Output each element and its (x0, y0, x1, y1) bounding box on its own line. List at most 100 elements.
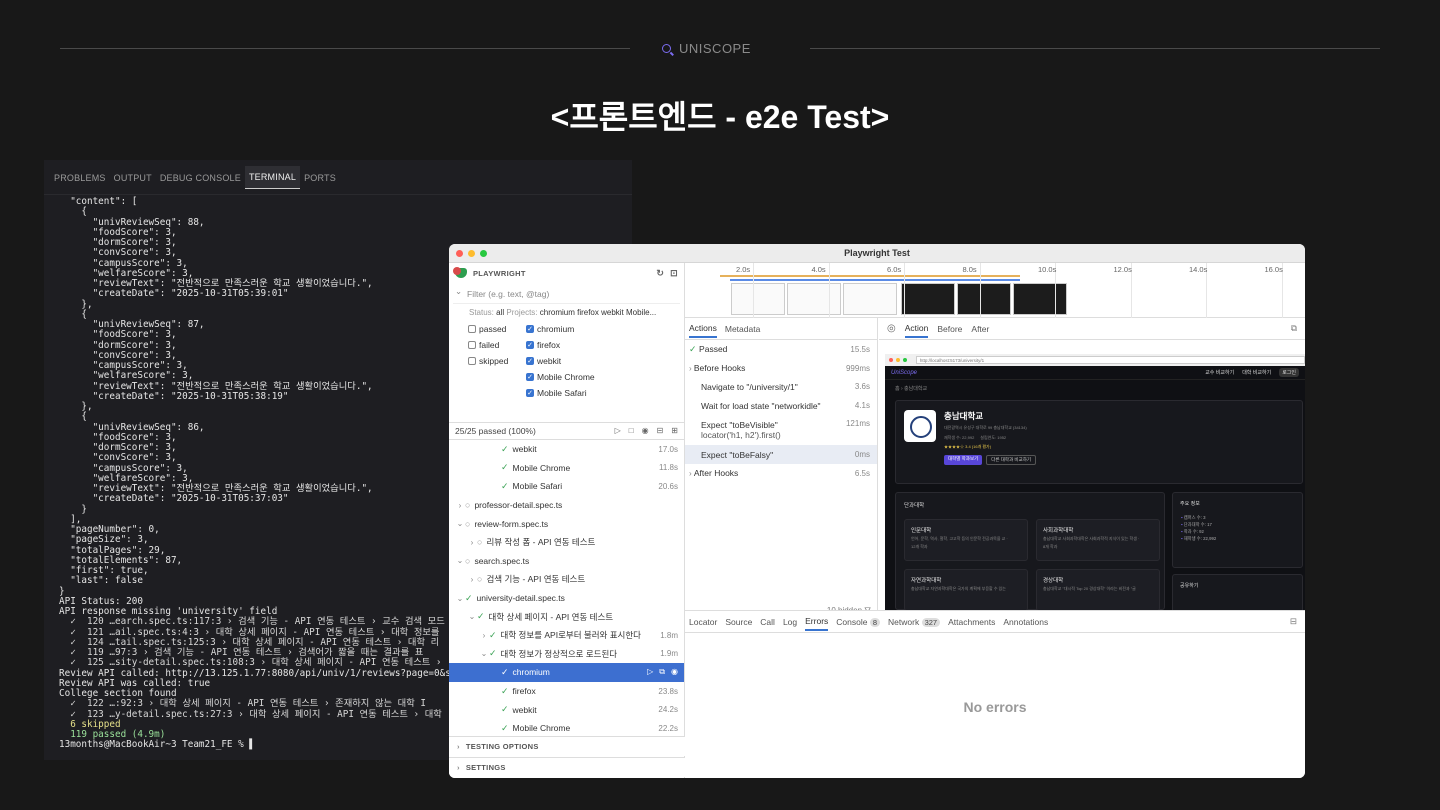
tab-problems[interactable]: PROBLEMS (50, 167, 110, 189)
chevron-icon[interactable]: › (455, 501, 465, 510)
action-row[interactable]: Expect "toBeVisible" locator('h1, h2').fi… (685, 415, 877, 445)
checkbox[interactable] (468, 341, 476, 349)
filmstrip-thumb[interactable] (787, 283, 841, 315)
checkbox[interactable]: ✓ (526, 373, 534, 381)
tab-call[interactable]: Call (760, 617, 775, 627)
status-value[interactable]: all (496, 308, 504, 317)
test-tree-row[interactable]: ✓ Mobile Chrome 22.2s (449, 719, 684, 738)
action-row[interactable]: Expect "toBeFalsy" 0ms (685, 445, 877, 464)
action-row[interactable]: ✓ Passed 15.5s (685, 340, 877, 359)
close-window-button[interactable] (456, 250, 463, 257)
tab-attachments[interactable]: Attachments (948, 617, 995, 627)
test-tree-row[interactable]: ✓ chromium ▷ ⧉ ◉ (449, 663, 684, 682)
tab-output[interactable]: OUTPUT (110, 167, 156, 189)
filter-skipped[interactable]: skipped (468, 356, 508, 366)
test-tree-row[interactable]: › ○ 리뷰 작성 폼 - API 연동 테스트 (449, 533, 684, 552)
projects-value[interactable]: chromium firefox webkit Mobile... (540, 308, 656, 317)
filmstrip-thumb[interactable] (843, 283, 897, 315)
settings-section[interactable]: › SETTINGS (449, 757, 685, 777)
tab-annotations[interactable]: Annotations (1003, 617, 1048, 627)
action-row[interactable]: › Before Hooks 999ms (685, 359, 877, 378)
test-tree-row[interactable]: ✓ webkit 17.0s (449, 440, 684, 459)
tab-actions[interactable]: Actions (689, 320, 717, 338)
filter-project-mobile-safari[interactable]: ✓ Mobile Safari (526, 388, 587, 398)
test-tree-row[interactable]: › ✓ 대학 정보를 API로부터 불러와 표시한다 1.8m (449, 626, 684, 645)
chevron-icon[interactable]: ⌄ (455, 519, 465, 528)
filmstrip-thumb[interactable] (731, 283, 785, 315)
trace-icon[interactable]: ⧉ (659, 667, 665, 676)
test-tree-row[interactable]: ✓ Mobile Chrome 11.8s (449, 459, 684, 478)
tab-metadata[interactable]: Metadata (725, 321, 760, 337)
chevron-icon[interactable]: ⌄ (455, 594, 465, 603)
chevron-icon[interactable]: ⌄ (455, 556, 465, 565)
stop-icon[interactable]: □ (629, 426, 634, 435)
filmstrip-thumb[interactable] (957, 283, 1011, 315)
tab-terminal[interactable]: TERMINAL (244, 166, 301, 189)
filter-project-webkit[interactable]: ✓ webkit (526, 356, 561, 366)
filter-project-firefox[interactable]: ✓ firefox (526, 340, 560, 350)
checkbox[interactable]: ✓ (526, 357, 534, 365)
compare-univ-button[interactable]: 다른 대학과 비교하기 (986, 455, 1036, 465)
tab-console[interactable]: Console 8 (836, 617, 881, 627)
filter-project-chromium[interactable]: ✓ chromium (526, 324, 574, 334)
run-all-icon[interactable]: ▷ (615, 426, 621, 435)
watch-icon[interactable]: ◉ (642, 426, 649, 435)
split-panel-icon[interactable]: ⊟ (1290, 616, 1297, 627)
tab-after[interactable]: After (971, 324, 989, 334)
collapse-icon[interactable]: ⊟ (657, 426, 664, 435)
tab-action[interactable]: Action (904, 320, 929, 338)
checkbox[interactable]: ✓ (526, 389, 534, 397)
test-tree-row[interactable]: ✓ firefox 23.8s (449, 682, 684, 701)
action-row[interactable]: Navigate to "/university/1" 3.6s (685, 378, 877, 397)
chevron-icon[interactable]: ⌄ (467, 612, 477, 621)
view-departments-button[interactable]: 대학별 학과보기 (944, 455, 983, 465)
test-tree-row[interactable]: ✓ Mobile Safari 20.6s (449, 477, 684, 496)
action-row[interactable]: Wait for load state "networkidle" 4.1s (685, 396, 877, 415)
filter-input[interactable]: Filter (e.g. text, @tag) (453, 285, 680, 304)
action-row[interactable]: › After Hooks 6.5s (685, 464, 877, 483)
tab-before[interactable]: Before (937, 324, 962, 334)
run-icon[interactable]: ▷ (647, 667, 653, 676)
site-nav-link[interactable]: 대학 비교하기 (1242, 369, 1271, 376)
tab-locator[interactable]: Locator (689, 617, 717, 627)
checkbox[interactable]: ✓ (526, 325, 534, 333)
test-tree-row[interactable]: › ○ 검색 기능 - API 연동 테스트 (449, 570, 684, 589)
college-item[interactable]: 사회과학대학 충남대학교 사회과학대학은 사회과학적 지식이 있는 학생 · 8개 … (1036, 519, 1160, 561)
test-tree-row[interactable]: ⌄ ✓ 대학 상세 페이지 - API 연동 테스트 (449, 607, 684, 626)
filter-project-mobile-chrome[interactable]: ✓ Mobile Chrome (526, 372, 595, 382)
trace-timeline[interactable]: 2.0s 4.0s 6.0s 8.0s 10.0s 12.0s 14.0s 16.0s (685, 263, 1305, 318)
zoom-window-button[interactable] (480, 250, 487, 257)
college-item[interactable]: 경상대학 충남대학교 "대시적 Top 20 경상대학" 이라는 비전과 "글 (1036, 569, 1160, 610)
reload-icon[interactable]: ↻ (656, 268, 664, 279)
test-tree-row[interactable]: ⌄ ○ search.spec.ts (449, 552, 684, 571)
checkbox[interactable] (468, 325, 476, 333)
site-nav-link[interactable]: 교수 비교하기 (1205, 369, 1234, 376)
filter-passed[interactable]: passed (468, 324, 506, 334)
expand-icon[interactable]: ⊞ (671, 426, 678, 435)
tab-debug-console[interactable]: DEBUG CONSOLE (156, 167, 245, 189)
test-tree-row[interactable]: ⌄ ✓ university-detail.spec.ts (449, 589, 684, 608)
tab-ports[interactable]: PORTS (300, 167, 340, 189)
pick-locator-icon[interactable]: ◎ (887, 323, 896, 334)
test-tree-row[interactable]: ✓ webkit 24.2s (449, 700, 684, 719)
checkbox[interactable]: ✓ (526, 341, 534, 349)
test-tree-row[interactable]: › ○ professor-detail.spec.ts (449, 496, 684, 515)
chevron-icon[interactable]: › (479, 631, 489, 640)
test-tree-row[interactable]: ⌄ ✓ 대학 정보가 정상적으로 로드된다 1.9m (449, 645, 684, 664)
testing-options-section[interactable]: › TESTING OPTIONS (449, 736, 685, 756)
chevron-icon[interactable]: › (467, 538, 477, 547)
tab-errors[interactable]: Errors (805, 613, 829, 631)
chevron-icon[interactable]: › (467, 575, 477, 584)
test-tree-row[interactable]: ⌄ ○ review-form.spec.ts (449, 514, 684, 533)
checkbox[interactable] (468, 357, 476, 365)
tab-log[interactable]: Log (783, 617, 797, 627)
open-external-icon[interactable]: ⧉ (1291, 323, 1297, 334)
tab-source[interactable]: Source (725, 617, 752, 627)
chevron-icon[interactable]: ⌄ (479, 649, 489, 658)
college-item[interactable]: 자연과학대학 충남대학교 자연과학대학은 국가의 계획에 부응할 수 있는 (904, 569, 1028, 610)
college-item[interactable]: 인문대학 언어, 문학, 역사, 철학, 고고학 등의 인문학 전공과목을 교 ·… (904, 519, 1028, 561)
status-projects-line[interactable]: Status: all Projects: chromium firefox w… (449, 304, 684, 320)
filter-failed[interactable]: failed (468, 340, 499, 350)
terminal-icon[interactable]: ⊡ (670, 268, 678, 279)
filmstrip-thumb[interactable] (1013, 283, 1067, 315)
